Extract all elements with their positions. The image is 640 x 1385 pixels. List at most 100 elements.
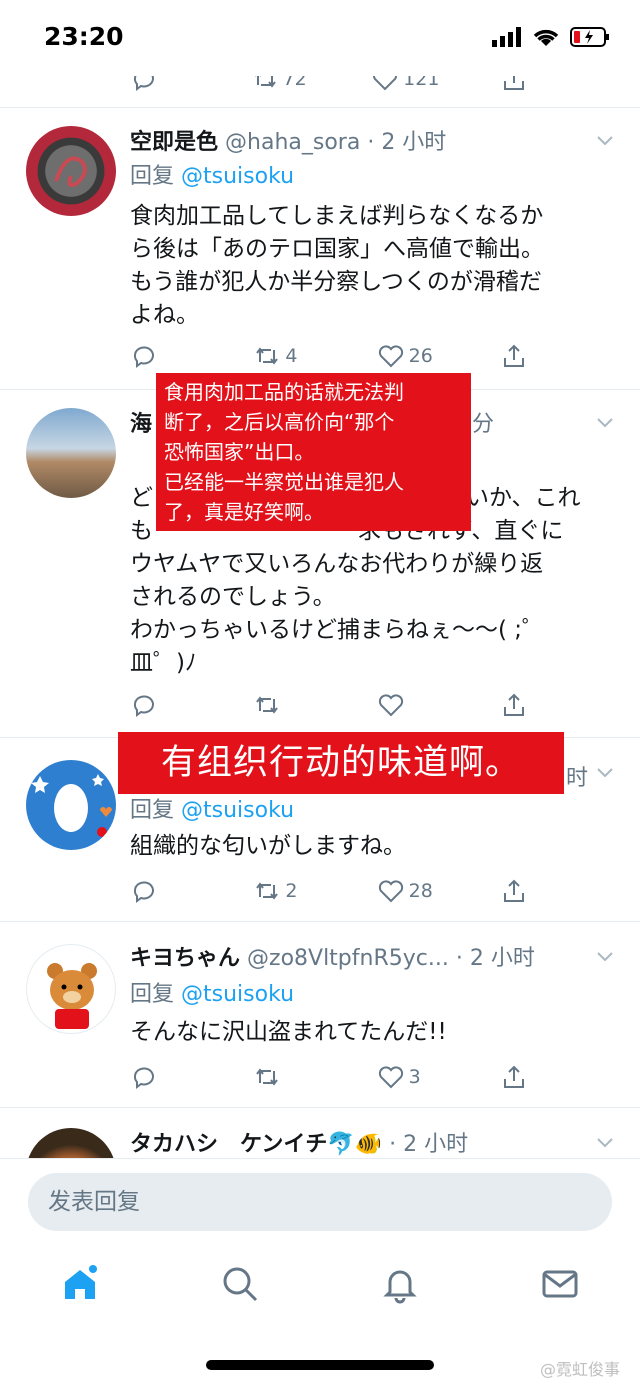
reply-action[interactable] <box>130 76 190 93</box>
share-action[interactable] <box>500 76 560 93</box>
translation-line: 恐怖国家”出口。 <box>164 440 315 464</box>
share-action[interactable] <box>500 1063 560 1091</box>
like-count: 26 <box>408 345 433 367</box>
egg-avatar-icon <box>31 774 112 837</box>
home-icon[interactable] <box>60 1264 100 1304</box>
share-action[interactable] <box>500 342 560 370</box>
heart-icon <box>373 76 398 91</box>
reply-input[interactable]: 发表回复 <box>28 1173 612 1231</box>
chevron-down-icon[interactable] <box>596 132 614 150</box>
tweet-text-line: ら後は「あのテロ国家」へ高値で輸出。 <box>130 236 544 262</box>
share-action[interactable] <box>500 877 560 905</box>
tweet-text-line: ウヤムヤで又いろんなお代わりが繰り返 <box>130 551 544 577</box>
retweet-action[interactable] <box>253 1063 313 1091</box>
reply-label: 回复 <box>130 798 175 823</box>
retweet-action[interactable] <box>253 691 313 719</box>
retweet-icon <box>254 76 276 88</box>
bear-avatar-icon <box>47 963 97 1029</box>
status-time: 23:20 <box>44 22 124 51</box>
chevron-down-icon[interactable] <box>596 1134 614 1152</box>
retweet-count: 72 <box>282 76 307 90</box>
user-name[interactable]: 海 <box>130 412 152 437</box>
tweet-text: そんなに沢山盗まれてたんだ!! <box>130 1016 615 1049</box>
chevron-down-icon[interactable] <box>596 414 614 432</box>
retweet-icon <box>256 882 279 900</box>
retweet-count: 2 <box>285 880 298 902</box>
messages-mail-icon[interactable] <box>540 1264 580 1304</box>
user-handle: @haha_sora <box>225 130 361 155</box>
like-action[interactable]: 3 <box>377 1063 437 1091</box>
reply-icon <box>133 881 154 903</box>
tweet-actions: 4 26 <box>130 341 560 371</box>
like-count: 3 <box>408 1066 421 1088</box>
retweet-icon <box>256 696 279 714</box>
translation-line: 了，真是好笑啊。 <box>164 500 324 524</box>
retweet-icon <box>256 347 279 365</box>
avatar[interactable] <box>26 1128 116 1158</box>
user-name[interactable]: タカハシ ケンイチ🐬🐠 <box>130 1132 382 1157</box>
translation-line: 食用肉加工品的话就无法判 <box>164 380 404 404</box>
tweet-actions <box>130 690 560 720</box>
status-icons <box>492 26 610 48</box>
translation-line: 断了，之后以高价向“那个 <box>164 410 395 434</box>
reply-bar: 发表回复 <box>0 1158 640 1244</box>
reply-action[interactable] <box>130 691 190 719</box>
reply-feed[interactable]: 72 121 空即是色 @haha_sora · 2 小时 回复 @tsuiso… <box>0 76 640 1158</box>
like-action[interactable] <box>377 691 437 719</box>
avatar[interactable] <box>26 944 116 1034</box>
wifi-icon <box>533 29 559 46</box>
user-name[interactable]: キヨちゃん <box>130 946 240 971</box>
share-icon <box>504 76 524 90</box>
retweet-action[interactable]: 72 <box>251 76 311 93</box>
tweet[interactable]: 空即是色 @haha_sora · 2 小时 回复 @tsuisoku 食肉加工… <box>0 108 640 390</box>
reply-action[interactable] <box>130 342 190 370</box>
user-name[interactable]: 空即是色 <box>130 130 218 155</box>
search-icon[interactable] <box>220 1264 260 1304</box>
reply-icon <box>133 76 154 91</box>
like-count: 121 <box>403 76 440 90</box>
retweet-action[interactable]: 4 <box>253 342 313 370</box>
like-action[interactable]: 121 <box>371 76 439 93</box>
reply-to-handle[interactable]: @tsuisoku <box>181 164 294 189</box>
heart-icon <box>378 694 403 717</box>
reply-icon <box>133 1067 154 1089</box>
reply-icon <box>133 695 154 717</box>
reply-to-line: 回复 @tsuisoku <box>130 976 294 1008</box>
tweet-text-line: 皿゜)ﾉ <box>130 650 197 676</box>
translation-overlay: 食用肉加工品的话就无法判 断了，之后以高价向“那个 恐怖国家”出口。 已经能一半… <box>156 373 471 531</box>
tweet[interactable]: キヨちゃん @zo8VltpfnR5yc... · 2 小时 回复 @tsuis… <box>0 922 640 1108</box>
chevron-down-icon[interactable] <box>596 948 614 966</box>
retweet-action[interactable]: 2 <box>253 877 313 905</box>
reply-action[interactable] <box>130 1063 190 1091</box>
tweet-actions: 72 121 <box>130 76 560 94</box>
share-icon <box>503 879 524 902</box>
tweet-text: 食肉加工品してしまえば判らなくなるか ら後は「あのテロ国家」へ高値で輸出。 もう… <box>130 200 615 332</box>
tweet-time: · 2 小时 <box>389 1132 469 1157</box>
share-icon <box>503 344 524 367</box>
reply-to-line: 回复 @tsuisoku <box>130 158 294 190</box>
avatar-dragon-emblem <box>54 156 87 187</box>
reply-to-line: 回复 @tsuisoku <box>130 792 294 824</box>
tweet-text-line: もう誰が犯人か半分察しつくのが滑稽だ <box>130 269 542 295</box>
tweet-time: · 2 小时 <box>455 946 535 971</box>
avatar[interactable] <box>26 760 116 850</box>
share-icon <box>503 1065 524 1088</box>
tweet-header: 空即是色 @haha_sora · 2 小时 <box>130 124 580 156</box>
reply-action[interactable] <box>130 877 190 905</box>
reply-to-handle[interactable]: @tsuisoku <box>181 798 294 823</box>
tweet-text-fragment: いか、これ <box>466 485 581 511</box>
chevron-down-icon[interactable] <box>596 764 614 782</box>
tweet-text-line: 食肉加工品してしまえば判らなくなるか <box>130 203 544 229</box>
reply-to-handle[interactable]: @tsuisoku <box>181 982 294 1007</box>
tweet-time: · 2 小时 <box>367 130 447 155</box>
tweet-text-line: 組織的な匂いがしますね。 <box>130 833 406 859</box>
like-action[interactable]: 26 <box>377 342 437 370</box>
share-action[interactable] <box>500 691 560 719</box>
avatar[interactable] <box>26 126 116 216</box>
previous-tweet[interactable]: 72 121 <box>0 76 640 108</box>
avatar[interactable] <box>26 408 116 498</box>
retweet-count: 4 <box>285 345 298 367</box>
tweet[interactable]: タカハシ ケンイチ🐬🐠 · 2 小时 <box>0 1108 640 1158</box>
notifications-bell-icon[interactable] <box>380 1264 420 1304</box>
like-action[interactable]: 28 <box>377 877 437 905</box>
